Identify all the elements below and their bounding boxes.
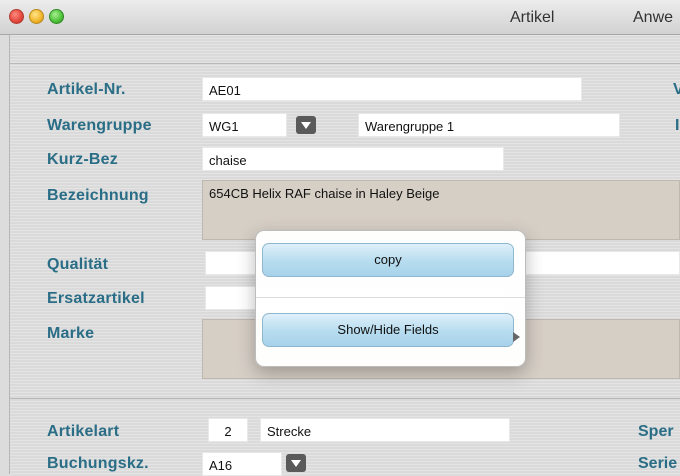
buchungskz-field[interactable]: A16 — [202, 452, 282, 476]
bezeichnung-label: Bezeichnung — [47, 187, 149, 204]
artikel-nr-label: Artikel-Nr. — [47, 81, 126, 98]
buchungskz-label: Buchungskz. — [47, 455, 149, 472]
right-label-1: V — [673, 81, 680, 98]
menu-anwendung[interactable]: Anwe — [633, 9, 673, 27]
window-titlebar: Artikel Anwe — [0, 0, 680, 35]
kurz-bez-field[interactable]: chaise — [202, 147, 504, 171]
right-label-2: I — [675, 117, 680, 134]
context-menu-divider — [256, 297, 525, 298]
qualitaet-label: Qualität — [47, 256, 109, 273]
minimize-window-button[interactable] — [29, 9, 44, 24]
sperr-label: Sper — [638, 423, 674, 440]
artikelart-label: Artikelart — [47, 423, 120, 440]
warengruppe-name-field[interactable]: Warengruppe 1 — [358, 113, 620, 137]
menu-artikel[interactable]: Artikel — [510, 9, 554, 27]
form-divider-2 — [9, 398, 680, 399]
copy-menu-item[interactable]: copy — [262, 243, 514, 277]
close-window-button[interactable] — [9, 9, 24, 24]
warengruppe-code-field[interactable]: WG1 — [202, 113, 287, 137]
form-divider — [9, 63, 680, 64]
submenu-arrow-icon — [513, 332, 520, 342]
show-hide-fields-menu-item[interactable]: Show/Hide Fields — [262, 313, 514, 347]
serie-label: Serie — [638, 455, 678, 472]
zoom-window-button[interactable] — [49, 9, 64, 24]
warengruppe-dropdown-button[interactable] — [296, 116, 316, 134]
marke-label: Marke — [47, 325, 95, 342]
warengruppe-label: Warengruppe — [47, 117, 152, 134]
artikelart-name-field[interactable]: Strecke — [260, 418, 510, 442]
artikelart-code-field[interactable]: 2 — [208, 418, 248, 442]
kurz-bez-label: Kurz-Bez — [47, 151, 118, 168]
buchungskz-dropdown-button[interactable] — [286, 454, 306, 472]
context-menu: copy Show/Hide Fields — [255, 230, 526, 367]
artikel-nr-field[interactable]: AE01 — [202, 77, 582, 101]
ersatzartikel-label: Ersatzartikel — [47, 290, 145, 307]
